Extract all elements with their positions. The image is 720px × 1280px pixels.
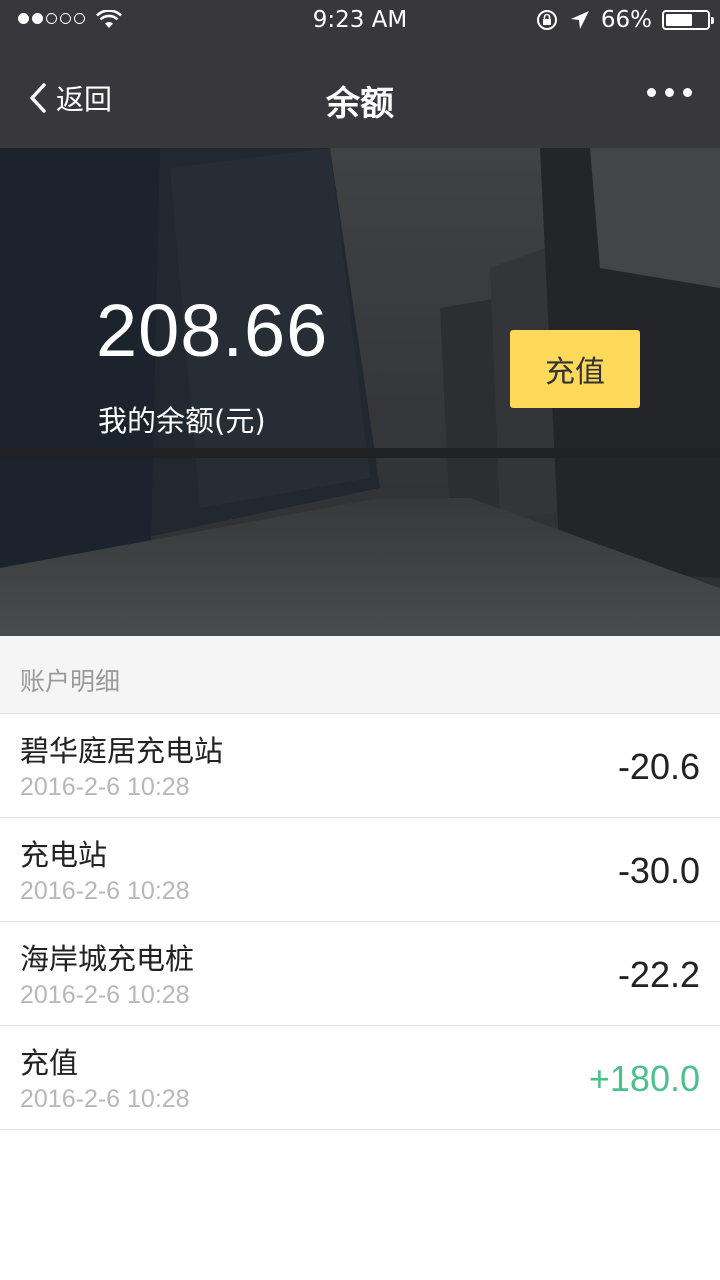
page-title: 余额 [326,84,394,124]
more-dot-icon [683,88,692,97]
recharge-button[interactable]: 充值 [510,330,640,408]
transaction-amount: -22.2 [617,954,700,995]
status-right: 66% [535,7,714,33]
transaction-row[interactable]: 充电站 2016-2-6 10:28 -30.0 [0,818,720,922]
balance-label: 我的余额(元) [98,404,266,438]
transaction-amount: +180.0 [588,1058,700,1099]
transaction-row[interactable]: 海岸城充电桩 2016-2-6 10:28 -22.2 [0,922,720,1026]
transaction-row[interactable]: 充值 2016-2-6 10:28 +180.0 [0,1026,720,1130]
transaction-name: 充值 [20,1046,79,1080]
transaction-time: 2016-2-6 10:28 [20,877,190,905]
location-arrow-icon [570,11,589,29]
status-bar: 9:23 AM 66% [0,0,720,40]
transaction-name: 海岸城充电桩 [20,942,195,976]
nav-bar: 返回 余额 [0,40,720,148]
balance-hero: 208.66 我的余额(元) 充值 [0,148,720,636]
rotation-lock-icon [536,10,557,30]
more-dot-icon [647,88,656,97]
transaction-row[interactable]: 碧华庭居充电站 2016-2-6 10:28 -20.6 [0,714,720,818]
transaction-amount: -20.6 [617,746,700,787]
transaction-list: 碧华庭居充电站 2016-2-6 10:28 -20.6 充电站 2016-2-… [0,714,720,1130]
account-details-header: 账户明细 [0,636,720,714]
transaction-name: 碧华庭居充电站 [20,734,224,768]
transaction-time: 2016-2-6 10:28 [20,981,190,1009]
section-title: 账户明细 [20,667,121,696]
transaction-name: 充电站 [20,838,108,872]
balance-amount: 208.66 [96,289,329,372]
transaction-time: 2016-2-6 10:28 [20,1085,190,1113]
transaction-time: 2016-2-6 10:28 [20,773,190,801]
transaction-amount: -30.0 [617,850,700,891]
battery-icon [662,10,714,30]
more-options-button[interactable] [647,88,692,97]
more-dot-icon [665,88,674,97]
battery-percent: 66% [600,7,652,33]
